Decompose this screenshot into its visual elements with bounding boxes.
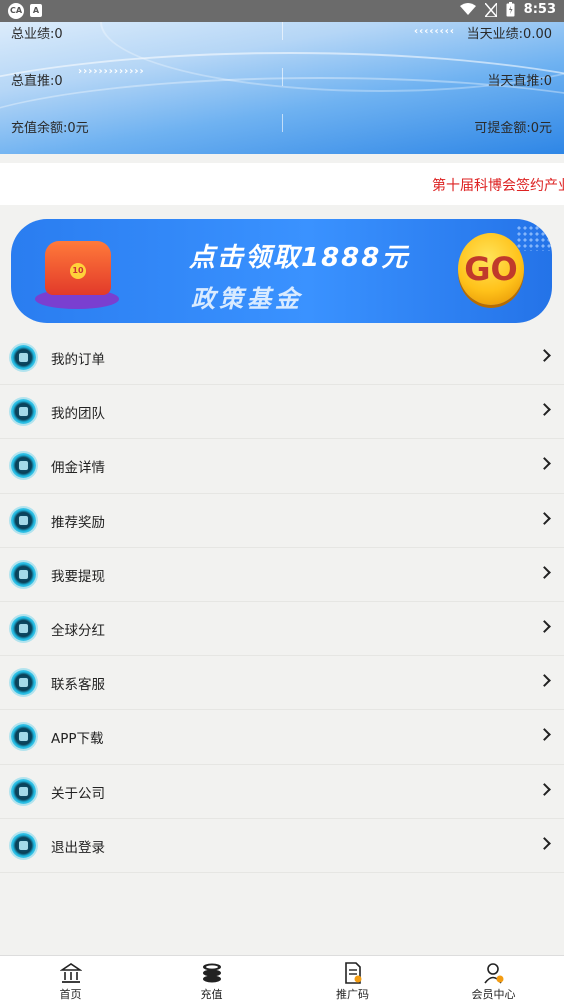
keyboard-notification-icon: A	[30, 4, 42, 17]
notice-text: 第十届科博会签约产业	[432, 178, 564, 194]
home-icon	[59, 963, 82, 983]
service-icon	[11, 670, 36, 696]
member-icon	[483, 963, 503, 984]
commission-icon	[11, 453, 36, 479]
recharge-balance: 充值余额:0元	[11, 121, 89, 136]
withdrawable-amount: 可提金额:0元	[474, 121, 552, 136]
team-icon	[11, 399, 36, 425]
stats-header: ‹‹‹‹‹‹‹‹ ››››››››››››› 总业绩:0 当天业绩:0.00 总…	[0, 22, 564, 154]
menu-item-app-download[interactable]: APP下载	[0, 710, 564, 765]
tab-label: 充值	[200, 988, 223, 1001]
chevron-right-icon	[538, 620, 551, 633]
chevron-right-icon	[538, 782, 551, 796]
arrow-decoration: ›››››››››››››	[78, 66, 145, 77]
notice-marquee[interactable]: 第十届科博会签约产业	[0, 163, 564, 205]
divider	[282, 114, 283, 132]
tab-recharge[interactable]: 充值	[141, 956, 282, 1002]
dot-pattern	[516, 225, 552, 251]
divider	[282, 22, 283, 40]
company-icon	[11, 778, 36, 804]
clock: 8:53	[523, 2, 556, 17]
coins-icon	[202, 963, 221, 983]
menu-item-logout[interactable]: 退出登录	[0, 819, 564, 873]
total-direct: 总直推:0	[11, 74, 63, 89]
menu-item-reward[interactable]: 推荐奖励	[0, 494, 564, 548]
menu-item-orders[interactable]: 我的订单	[0, 331, 564, 386]
menu-item-label: APP下载	[51, 731, 104, 748]
chevron-right-icon	[538, 349, 551, 362]
chevron-right-icon	[538, 457, 551, 471]
withdraw-icon	[11, 561, 36, 587]
wifi-icon	[459, 3, 476, 15]
banner-subline: 政策基金	[191, 285, 303, 313]
menu-item-label: 关于公司	[51, 785, 105, 802]
chevron-right-icon	[538, 565, 551, 579]
signal-icon	[484, 2, 497, 17]
chevron-right-icon	[538, 728, 551, 742]
chevron-right-icon	[538, 674, 551, 687]
tab-label: 推广码	[336, 988, 369, 1001]
total-performance: 总业绩:0	[11, 27, 63, 42]
menu-item-customer-service[interactable]: 联系客服	[0, 656, 564, 711]
battery-icon	[506, 2, 515, 17]
promo-banner[interactable]: 10 点击领取1888元 政策基金 GO	[11, 219, 552, 323]
banner-headline: 点击领取1888元	[189, 243, 410, 273]
download-icon	[11, 724, 36, 750]
go-button[interactable]: GO	[458, 233, 524, 305]
reward-icon	[11, 507, 36, 533]
tab-label: 首页	[59, 988, 82, 1001]
arrow-decoration: ‹‹‹‹‹‹‹‹	[414, 26, 455, 37]
tab-home[interactable]: 首页	[0, 956, 141, 1002]
today-performance: 当天业绩:0.00	[466, 27, 552, 42]
menu-item-label: 我要提现	[51, 568, 105, 585]
bottom-tab-bar: 首页 充值 推广码 会员中心	[0, 955, 564, 1002]
app-notification-icon: CA	[8, 3, 24, 19]
menu-item-label: 联系客服	[51, 677, 105, 694]
chevron-right-icon	[538, 511, 551, 525]
menu-list: 我的订单 我的团队 佣金详情 推荐奖励 我要提现 全球分红 联系客服 APP下载	[0, 331, 564, 873]
today-direct: 当天直推:0	[487, 74, 552, 89]
menu-item-label: 我的订单	[51, 352, 105, 368]
menu-item-label: 佣金详情	[51, 460, 105, 477]
globe-icon	[11, 615, 36, 641]
menu-item-team[interactable]: 我的团队	[0, 385, 564, 440]
menu-item-global-dividend[interactable]: 全球分红	[0, 602, 564, 657]
coin-icon: 10	[70, 263, 86, 279]
menu-item-label: 全球分红	[51, 622, 105, 639]
menu-item-label: 推荐奖励	[51, 514, 105, 531]
menu-item-withdraw[interactable]: 我要提现	[0, 548, 564, 602]
status-bar: CA A 8:53	[0, 0, 564, 22]
chevron-right-icon	[538, 836, 551, 850]
chevron-right-icon	[538, 403, 551, 417]
qrcode-doc-icon	[344, 962, 361, 984]
logout-icon	[11, 832, 36, 858]
tab-label: 会员中心	[471, 988, 516, 1001]
tab-member-center[interactable]: 会员中心	[423, 956, 564, 1002]
menu-item-commission[interactable]: 佣金详情	[0, 439, 564, 494]
menu-item-label: 我的团队	[51, 406, 105, 423]
menu-item-about-company[interactable]: 关于公司	[0, 765, 564, 819]
orders-icon	[11, 345, 36, 370]
tab-promo-code[interactable]: 推广码	[282, 956, 423, 1002]
divider	[282, 68, 283, 86]
menu-item-label: 退出登录	[51, 839, 105, 856]
